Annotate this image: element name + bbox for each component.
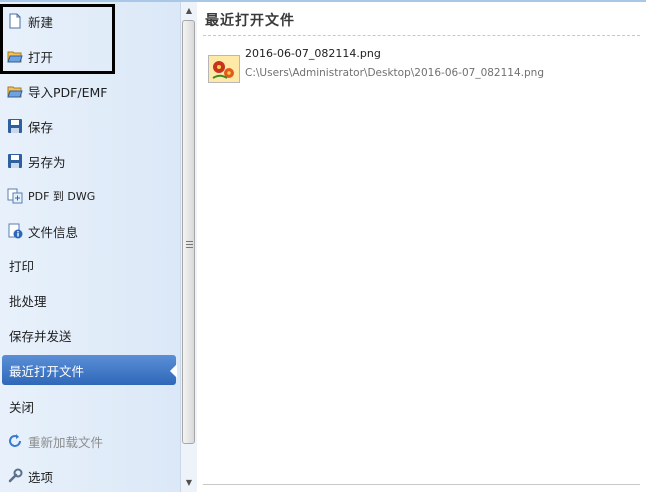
scroll-grip-icon: [186, 241, 193, 249]
menu-item-print[interactable]: 打印: [2, 249, 176, 281]
menu-label: 选项: [28, 469, 54, 485]
save-as-disk-icon: [8, 154, 22, 168]
menu-item-pdf-to-dwg[interactable]: PDF 到 DWG: [2, 180, 176, 212]
scroll-up-arrow-icon[interactable]: ▲: [181, 4, 197, 18]
bottom-divider: [203, 484, 640, 485]
menu-item-save-as[interactable]: 另存为: [2, 145, 176, 177]
menu-item-import-pdf-emf[interactable]: 导入PDF/EMF: [2, 75, 176, 107]
menu-label: 新建: [28, 14, 54, 30]
menu-item-close[interactable]: 关闭: [2, 390, 176, 422]
menu-label: 打印: [9, 258, 35, 274]
page-title: 最近打开文件: [205, 13, 295, 29]
menu-item-batch[interactable]: 批处理: [2, 284, 176, 316]
import-folder-icon: [7, 86, 23, 98]
menu-label: 批处理: [9, 293, 47, 309]
menu-label: 保存: [28, 119, 54, 135]
wrench-icon: [8, 468, 23, 483]
open-folder-icon: [7, 51, 23, 63]
menu-label: 打开: [28, 49, 54, 65]
file-info-icon: [8, 223, 23, 239]
recent-file-item[interactable]: 2016-06-07_082114.png C:\Users\Administr…: [205, 44, 635, 86]
recent-file-name: 2016-06-07_082114.png: [245, 47, 381, 60]
pdf-to-dwg-icon: [7, 188, 23, 204]
menu-label: 保存并发送: [9, 328, 72, 344]
menu-label: 另存为: [28, 154, 66, 170]
menu-item-open[interactable]: 打开: [2, 40, 176, 72]
menu-label: PDF 到 DWG: [28, 190, 96, 203]
menu-label: 最近打开文件: [9, 363, 85, 379]
file-menu-sidebar: 新建 打开 导入PDF/EMF 保存 另存为 PDF 到 DWG 文件信息 打印…: [0, 2, 180, 492]
save-disk-icon: [8, 119, 22, 133]
title-divider: [203, 35, 640, 36]
new-document-icon: [9, 13, 21, 29]
reload-icon: [9, 434, 21, 447]
menu-item-save-and-send[interactable]: 保存并发送: [2, 319, 176, 351]
menu-item-file-info[interactable]: 文件信息: [2, 215, 176, 247]
menu-label: 重新加载文件: [28, 434, 104, 450]
menu-item-save[interactable]: 保存: [2, 110, 176, 142]
menu-item-new[interactable]: 新建: [2, 5, 176, 37]
scrollbar-thumb[interactable]: [182, 20, 195, 444]
menu-label: 关闭: [9, 399, 35, 415]
menu-label: 文件信息: [28, 224, 79, 240]
image-file-icon: [208, 55, 240, 83]
sidebar-scrollbar[interactable]: ▲ ▼: [180, 2, 197, 492]
menu-item-reload-file[interactable]: 重新加载文件: [2, 425, 176, 457]
recent-file-path: C:\Users\Administrator\Desktop\2016-06-0…: [245, 67, 544, 79]
menu-label: 导入PDF/EMF: [28, 84, 108, 100]
scroll-down-arrow-icon[interactable]: ▼: [181, 476, 197, 490]
menu-item-options[interactable]: 选项: [2, 460, 176, 492]
menu-item-recent-files[interactable]: 最近打开文件: [2, 355, 177, 385]
